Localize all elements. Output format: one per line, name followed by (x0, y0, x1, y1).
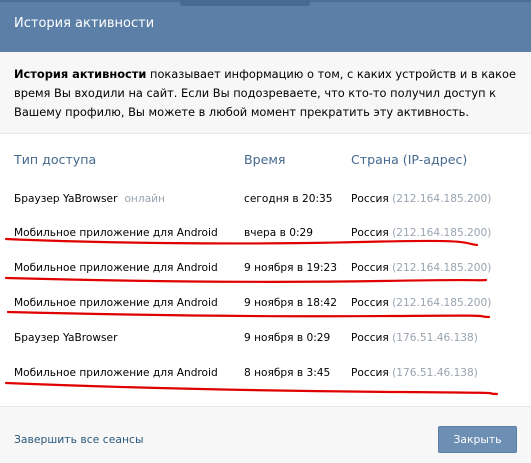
session-time: 9 ноября в 18:42 (244, 297, 338, 309)
country: Россия (351, 262, 389, 274)
online-status: онлайн (124, 193, 165, 205)
session-time: сегодня в 20:35 (244, 193, 333, 205)
country: Россия (351, 297, 389, 309)
session-time: вчера в 0:29 (244, 227, 314, 239)
table-row: Браузер YaBrowser онлайн сегодня в 20:35 … (0, 183, 531, 217)
session-time: 9 ноября в 19:23 (244, 262, 338, 274)
sessions-table: Тип доступа Время Страна (IP-адрес) Брау… (0, 134, 531, 406)
access-type: Мобильное приложение для Android (14, 227, 218, 239)
ip-address: (176.51.46.138) (392, 332, 478, 344)
dialog-footer: Завершить все сеансы Закрыть (0, 406, 531, 463)
session-time: 8 ноября в 3:45 (244, 367, 331, 379)
info-bold: История активности (14, 67, 147, 81)
table-header: Тип доступа Время Страна (IP-адрес) (0, 152, 531, 170)
end-all-sessions-link[interactable]: Завершить все сеансы (14, 433, 143, 446)
access-type: Мобильное приложение для Android (14, 297, 218, 309)
table-row: Мобильное приложение для Android вчера в… (0, 217, 531, 251)
close-button[interactable]: Закрыть (438, 426, 517, 453)
access-type: Браузер YaBrowser (14, 193, 118, 205)
access-type: Мобильное приложение для Android (14, 262, 218, 274)
table-row: Браузер YaBrowser 9 ноября в 0:29 Россия… (0, 322, 531, 356)
dialog-header: История активности (0, 0, 531, 52)
header-country: Страна (IP-адрес) (351, 152, 468, 167)
header-tab-edge (180, 0, 310, 6)
country: Россия (351, 367, 389, 379)
country: Россия (351, 227, 389, 239)
access-type: Мобильное приложение для Android (14, 367, 218, 379)
header-time: Время (244, 152, 286, 167)
table-row: Мобильное приложение для Android 9 ноябр… (0, 287, 531, 321)
ip-address: (212.164.185.200) (392, 193, 492, 205)
country: Россия (351, 332, 389, 344)
info-panel: История активности показывает информацию… (0, 52, 531, 134)
session-time: 9 ноября в 0:29 (244, 332, 331, 344)
table-row: Мобильное приложение для Android 9 ноябр… (0, 252, 531, 286)
ip-address: (176.51.46.138) (392, 367, 478, 379)
ip-address: (212.164.185.200) (392, 227, 492, 239)
header-access-type: Тип доступа (14, 152, 97, 167)
country: Россия (351, 193, 389, 205)
ip-address: (212.164.185.200) (392, 297, 492, 309)
ip-address: (212.164.185.200) (392, 262, 492, 274)
dialog-title: История активности (14, 16, 155, 31)
table-row: Мобильное приложение для Android 8 ноябр… (0, 357, 531, 391)
access-type: Браузер YaBrowser (14, 332, 118, 344)
